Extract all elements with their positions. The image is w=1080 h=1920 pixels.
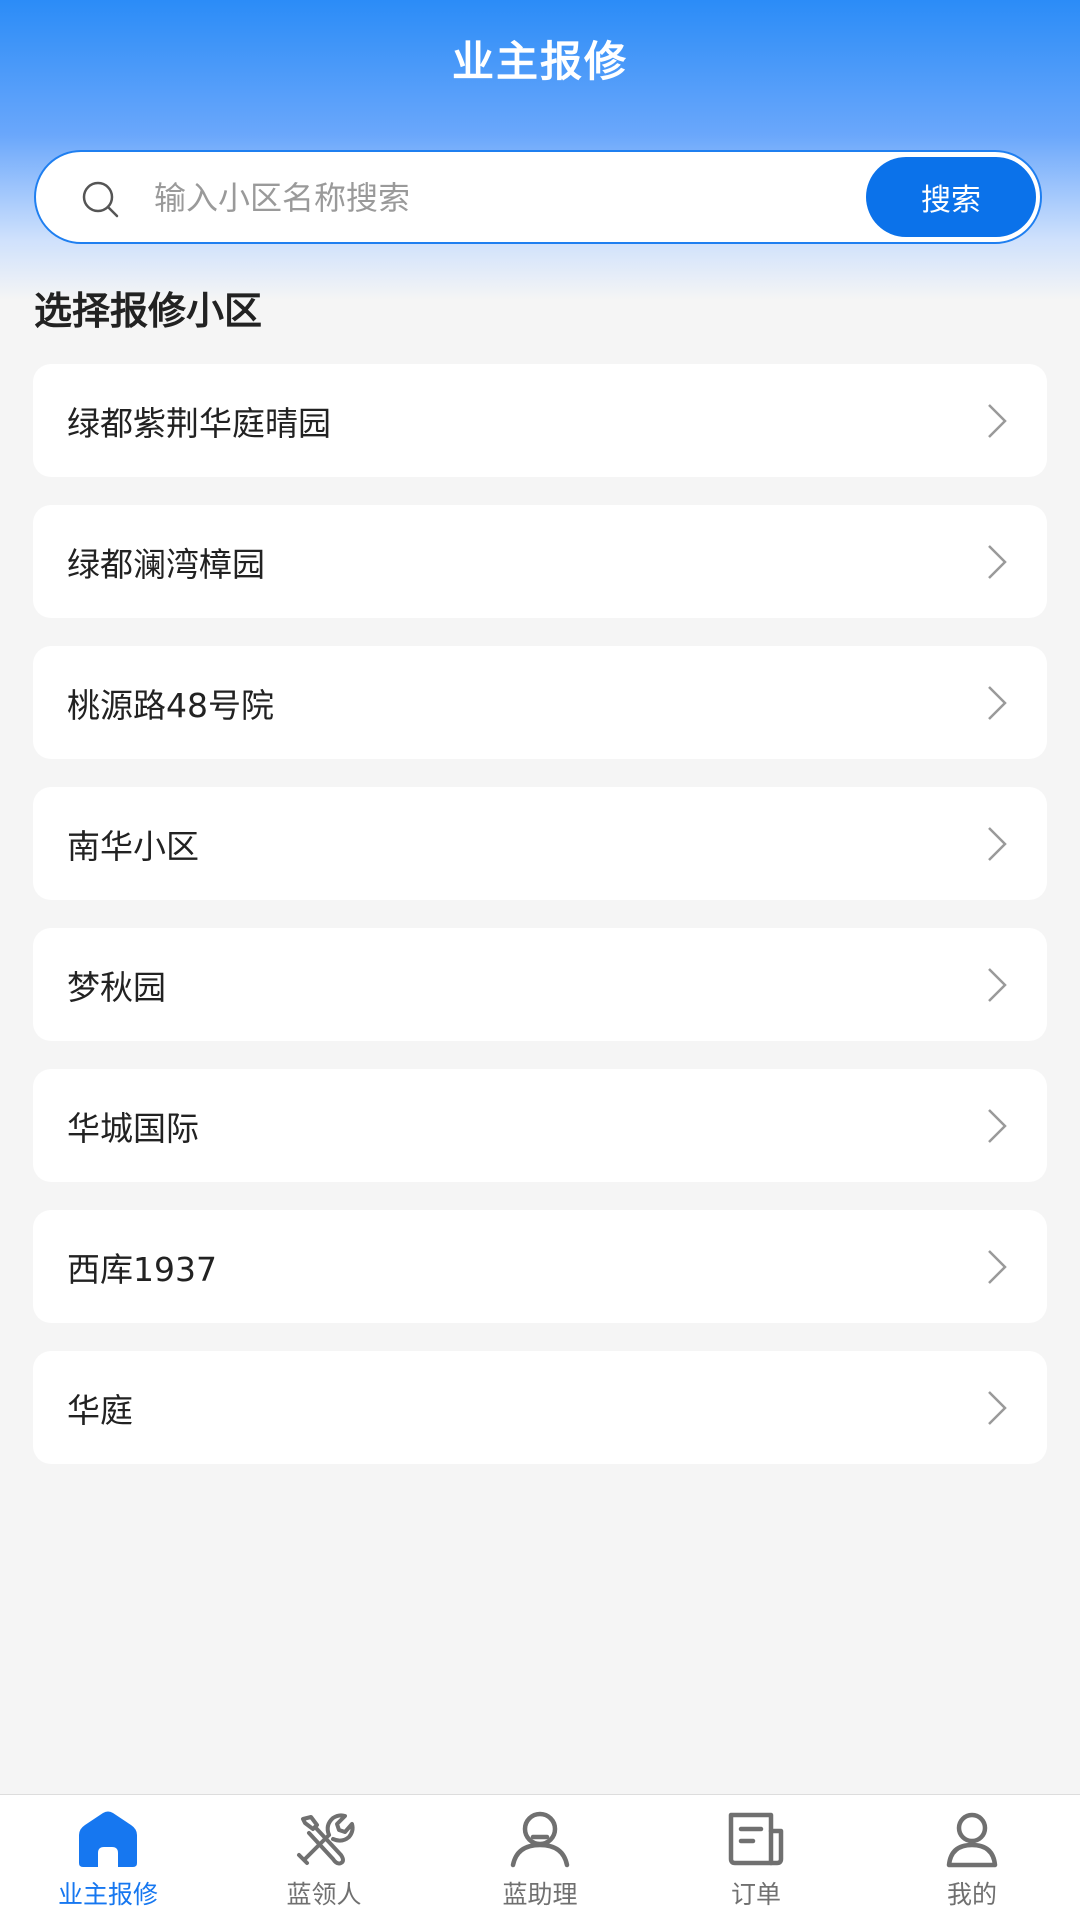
tab-label: 蓝助理 [502,1880,578,1909]
tab-owner-repair[interactable]: 业主报修 [0,1795,216,1920]
community-item[interactable]: 绿都澜湾樟园 [33,505,1047,618]
chevron-right-icon [988,1109,1007,1143]
tab-mine[interactable]: 我的 [864,1795,1080,1920]
community-item[interactable]: 南华小区 [33,787,1047,900]
community-item[interactable]: 华庭 [33,1351,1047,1464]
bottom-tab-bar: 业主报修 蓝领人 蓝助理 订单 我的 [0,1794,1080,1920]
community-item[interactable]: 华城国际 [33,1069,1047,1182]
tab-label: 业主报修 [57,1880,158,1909]
tab-orders[interactable]: 订单 [648,1795,864,1920]
community-name: 梦秋园 [67,967,166,1007]
chevron-right-icon [988,404,1007,438]
community-name: 西库1937 [67,1249,217,1289]
tools-icon [297,1813,355,1866]
page-title: 业主报修 [451,37,628,86]
community-name: 桃源路48号院 [67,685,274,725]
community-name: 绿都澜湾樟园 [67,544,265,584]
chevron-right-icon [988,545,1007,579]
tab-label: 我的 [946,1880,997,1909]
community-name: 华城国际 [67,1108,199,1148]
chevron-right-icon [988,1250,1007,1284]
chevron-right-icon [988,827,1007,861]
tab-label: 订单 [730,1880,781,1909]
search-icon [82,181,119,218]
user-icon [946,1812,998,1868]
assistant-icon [510,1811,570,1868]
section-title: 选择报修小区 [34,289,263,333]
chevron-right-icon [988,968,1007,1002]
tab-blue-collar[interactable]: 蓝领人 [216,1795,432,1920]
chevron-right-icon [988,1391,1007,1425]
community-list: 绿都紫荆华庭晴园 绿都澜湾樟园 桃源路48号院 南华小区 梦秋园 华城国际 西库… [33,364,1047,1492]
home-icon [79,1811,137,1867]
order-icon [728,1812,784,1866]
search-button[interactable]: 搜索 [866,157,1036,237]
tab-label: 蓝领人 [286,1880,362,1909]
community-name: 南华小区 [67,826,199,866]
community-name: 华庭 [67,1390,133,1430]
community-item[interactable]: 梦秋园 [33,928,1047,1041]
search-bar: 搜索 [34,150,1042,244]
tab-blue-assistant[interactable]: 蓝助理 [432,1795,648,1920]
community-name: 绿都紫荆华庭晴园 [67,403,331,443]
community-item[interactable]: 绿都紫荆华庭晴园 [33,364,1047,477]
chevron-right-icon [988,686,1007,720]
community-item[interactable]: 西库1937 [33,1210,1047,1323]
search-input[interactable] [154,170,874,226]
community-item[interactable]: 桃源路48号院 [33,646,1047,759]
